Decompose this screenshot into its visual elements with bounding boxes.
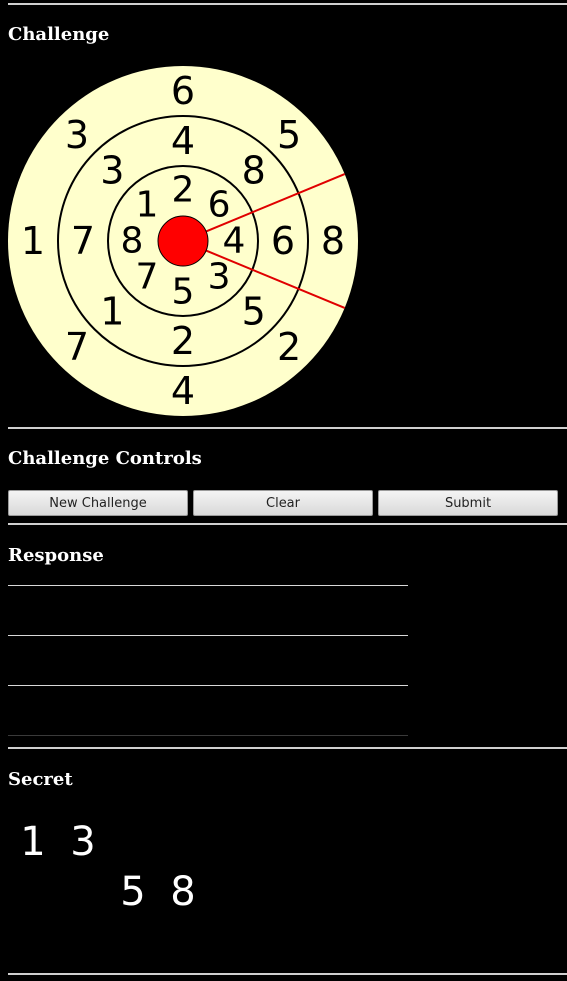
top-divider (8, 3, 567, 5)
middle-ring-digit[interactable]: 5 (242, 290, 266, 334)
outer-ring-digit[interactable]: 7 (65, 325, 89, 369)
outer-ring-digit[interactable]: 2 (277, 325, 301, 369)
secret-digit: 3 (70, 819, 96, 865)
outer-ring-digit[interactable]: 6 (171, 69, 195, 113)
response-line-3[interactable] (8, 685, 408, 686)
inner-ring-digit[interactable]: 4 (223, 221, 246, 262)
middle-ring-digit[interactable]: 2 (171, 319, 195, 363)
middle-ring-digit[interactable]: 4 (171, 119, 195, 163)
response-line-1[interactable] (8, 585, 408, 586)
bottom-divider (8, 973, 567, 975)
inner-ring-digit[interactable]: 2 (172, 170, 195, 211)
challenge-heading: Challenge (8, 24, 110, 45)
outer-ring-digit[interactable]: 8 (321, 219, 345, 263)
auth-page: Challenge 658247134865217326435781 Chall… (0, 0, 567, 981)
middle-ring-digit[interactable]: 1 (100, 290, 124, 334)
controls-divider (8, 523, 567, 525)
inner-ring-digit[interactable]: 5 (172, 272, 195, 313)
middle-ring-digit[interactable]: 3 (100, 148, 124, 192)
middle-ring-digit[interactable]: 6 (271, 219, 295, 263)
challenge-divider (8, 427, 567, 429)
submit-button[interactable]: Submit (378, 490, 558, 516)
secret-digit: 8 (170, 869, 196, 915)
outer-ring-digit[interactable]: 4 (171, 369, 195, 413)
response-line-2[interactable] (8, 635, 408, 636)
new-challenge-button[interactable]: New Challenge (8, 490, 188, 516)
response-heading: Response (8, 545, 104, 566)
clear-button[interactable]: Clear (193, 490, 373, 516)
challenge-controls-heading: Challenge Controls (8, 448, 202, 469)
outer-ring-digit[interactable]: 3 (65, 113, 89, 157)
middle-ring-digit[interactable]: 8 (242, 148, 266, 192)
inner-ring-digit[interactable]: 7 (135, 257, 158, 298)
outer-ring-digit[interactable]: 1 (21, 219, 45, 263)
secret-digit: 5 (120, 869, 146, 915)
secret-digit: 1 (20, 819, 46, 865)
inner-ring-digit[interactable]: 3 (208, 257, 231, 298)
inner-ring-digit[interactable]: 8 (121, 221, 144, 262)
challenge-dial[interactable]: 65824713 48652173 2 6435781 (8, 66, 358, 416)
outer-ring-digit[interactable]: 5 (277, 113, 301, 157)
middle-ring-digit[interactable]: 7 (71, 219, 95, 263)
response-divider (8, 747, 567, 749)
inner-ring-digit[interactable]: 1 (135, 184, 158, 225)
response-line-4[interactable] (8, 735, 408, 736)
secret-heading: Secret (8, 769, 73, 790)
inner-ring-digit[interactable]: 6 (208, 184, 231, 225)
center-dot (157, 215, 209, 267)
